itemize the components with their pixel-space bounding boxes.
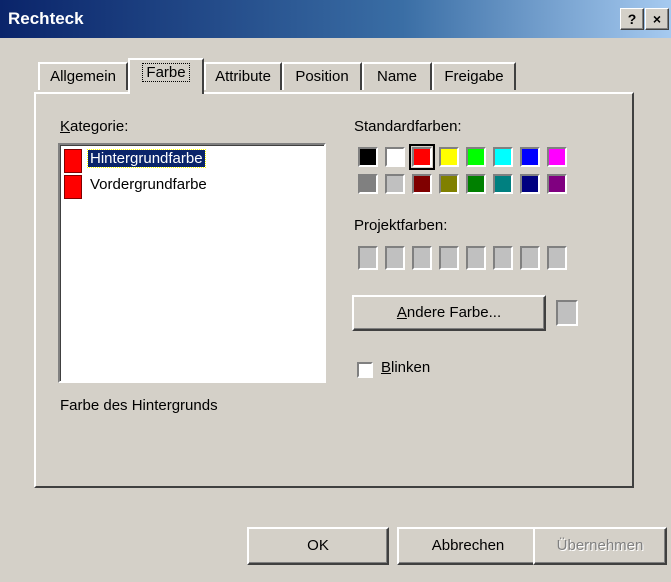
list-item-label: Vordergrundfarbe (90, 176, 207, 193)
blink-checkbox[interactable] (357, 362, 373, 378)
list-item-label: Hintergrundfarbe (87, 149, 206, 168)
label-text: linken (391, 359, 431, 376)
category-listbox[interactable]: Hintergrundfarbe Vordergrundfarbe (58, 143, 326, 383)
standard-color-swatch[interactable] (412, 174, 432, 194)
project-color-swatch[interactable] (439, 246, 459, 270)
window-title: Rechteck (8, 9, 84, 28)
other-color-button[interactable]: Andere Farbe... (352, 295, 546, 331)
tab-label: Attribute (215, 68, 271, 85)
standard-color-swatch[interactable] (466, 147, 486, 167)
project-color-swatch[interactable] (412, 246, 432, 270)
cancel-button[interactable]: Abbrechen (397, 527, 539, 565)
standard-color-swatch[interactable] (385, 147, 405, 167)
mnemonic: B (381, 359, 392, 376)
button-label: OK (307, 537, 329, 554)
button-label: ndere Farbe... (406, 304, 502, 321)
standard-color-swatch[interactable] (439, 174, 459, 194)
project-color-swatch[interactable] (547, 246, 567, 270)
project-color-swatch[interactable] (466, 246, 486, 270)
help-button[interactable]: ? (620, 8, 644, 30)
standard-color-swatch[interactable] (358, 174, 378, 194)
category-label: Kategorie: (60, 118, 128, 135)
standard-color-swatch[interactable] (439, 147, 459, 167)
category-description: Farbe des Hintergrunds (60, 397, 218, 414)
help-icon: ? (627, 11, 637, 27)
title-bar: Rechteck ? × (0, 0, 671, 38)
label-text: ategorie: (70, 118, 129, 135)
tab-allgemein[interactable]: Allgemein (38, 62, 128, 90)
tab-name[interactable]: Name (362, 62, 432, 90)
standard-color-swatch[interactable] (547, 147, 567, 167)
standard-color-swatch[interactable] (493, 147, 513, 167)
tab-attribute[interactable]: Attribute (204, 62, 282, 90)
standard-color-swatch[interactable] (385, 174, 405, 194)
ok-button[interactable]: OK (247, 527, 389, 565)
project-color-swatch[interactable] (358, 246, 378, 270)
color-preview (556, 300, 578, 326)
mnemonic: A (396, 304, 407, 321)
color-swatch (64, 175, 82, 199)
color-swatch (64, 149, 82, 173)
project-color-swatch[interactable] (493, 246, 513, 270)
standard-color-swatch[interactable] (409, 144, 435, 170)
button-label: Übernehmen (556, 537, 644, 554)
tab-position[interactable]: Position (282, 62, 362, 90)
standard-color-swatch[interactable] (493, 174, 513, 194)
button-label: Abbrechen (431, 537, 505, 554)
tab-label: Name (376, 68, 417, 85)
apply-button[interactable]: Übernehmen (533, 527, 667, 565)
standard-color-swatch[interactable] (520, 174, 540, 194)
blink-label[interactable]: Blinken (381, 359, 430, 376)
standard-color-swatch[interactable] (466, 174, 486, 194)
standard-colors-label: Standardfarben: (354, 118, 462, 135)
tab-label: Allgemein (50, 68, 116, 85)
standard-color-swatch[interactable] (547, 174, 567, 194)
standard-color-swatch[interactable] (358, 147, 378, 167)
close-button[interactable]: × (645, 8, 669, 30)
project-colors-label: Projektfarben: (354, 217, 448, 234)
project-color-swatch[interactable] (520, 246, 540, 270)
project-color-swatch[interactable] (385, 246, 405, 270)
tab-label: Farbe (142, 63, 190, 82)
tab-farbe[interactable]: Farbe (128, 58, 204, 94)
tab-label: Position (295, 68, 349, 85)
standard-color-swatch[interactable] (520, 147, 540, 167)
close-icon: × (652, 11, 662, 27)
tab-label: Freigabe (444, 68, 504, 85)
mnemonic: K (60, 118, 71, 135)
tab-freigabe[interactable]: Freigabe (432, 62, 516, 90)
